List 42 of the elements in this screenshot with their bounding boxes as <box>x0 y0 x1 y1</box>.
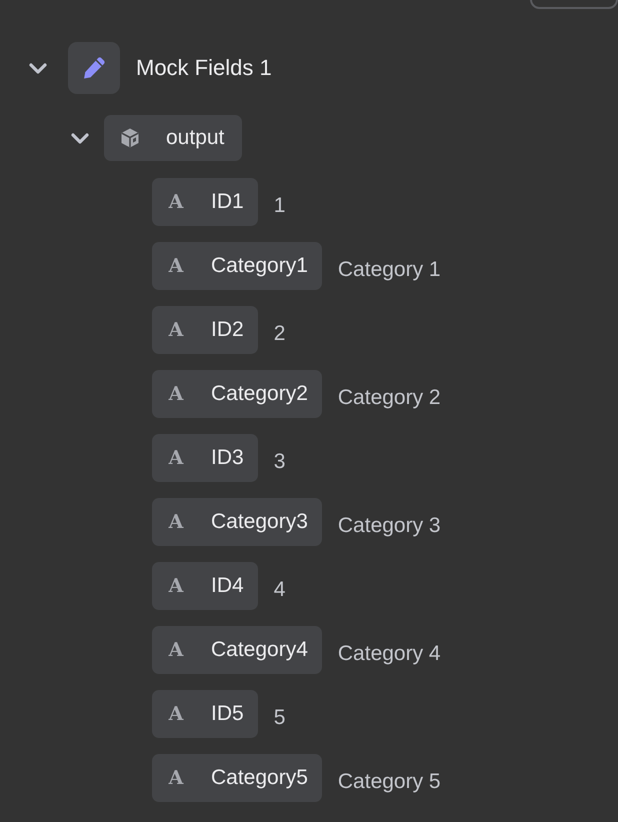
field-name: Category1 <box>211 254 308 278</box>
text-type-icon: A <box>164 447 188 469</box>
field-name: Category3 <box>211 510 308 534</box>
field-chip[interactable]: A ID1 <box>152 178 258 226</box>
text-type-icon: A <box>164 639 188 661</box>
field-value: 4 <box>274 577 286 602</box>
field-chip[interactable]: A Category2 <box>152 370 322 418</box>
field-chip[interactable]: A ID3 <box>152 434 258 482</box>
text-type-icon: A <box>164 575 188 597</box>
field-name: ID3 <box>211 446 244 470</box>
field-value: Category 5 <box>338 769 441 794</box>
text-type-icon: A <box>164 255 188 277</box>
field-chip[interactable]: A ID5 <box>152 690 258 738</box>
text-type-icon: A <box>164 383 188 405</box>
field-chip[interactable]: A Category1 <box>152 242 322 290</box>
field-chip[interactable]: A ID4 <box>152 562 258 610</box>
object-field-chip[interactable]: output <box>104 115 242 161</box>
field-chip[interactable]: A Category4 <box>152 626 322 674</box>
field-value: 5 <box>274 705 286 730</box>
text-type-icon: A <box>164 703 188 725</box>
field-value: Category 4 <box>338 641 441 666</box>
text-type-icon: A <box>164 511 188 533</box>
step-title: Mock Fields 1 <box>136 55 272 81</box>
field-chip[interactable]: A Category3 <box>152 498 322 546</box>
field-value: Category 1 <box>338 257 441 282</box>
field-chip[interactable]: A ID2 <box>152 306 258 354</box>
field-value: Category 2 <box>338 385 441 410</box>
field-name: Category4 <box>211 638 308 662</box>
text-type-icon: A <box>164 191 188 213</box>
field-value: 2 <box>274 321 286 346</box>
field-name: ID5 <box>211 702 244 726</box>
field-value: Category 3 <box>338 513 441 538</box>
field-name: ID1 <box>211 190 244 214</box>
field-name: Category2 <box>211 382 308 406</box>
field-chip[interactable]: A Category5 <box>152 754 322 802</box>
field-name: Category5 <box>211 766 308 790</box>
text-type-icon: A <box>164 319 188 341</box>
text-type-icon: A <box>164 767 188 789</box>
field-name: ID4 <box>211 574 244 598</box>
field-name: ID2 <box>211 318 244 342</box>
field-value: 1 <box>274 193 286 218</box>
field-value: 3 <box>274 449 286 474</box>
